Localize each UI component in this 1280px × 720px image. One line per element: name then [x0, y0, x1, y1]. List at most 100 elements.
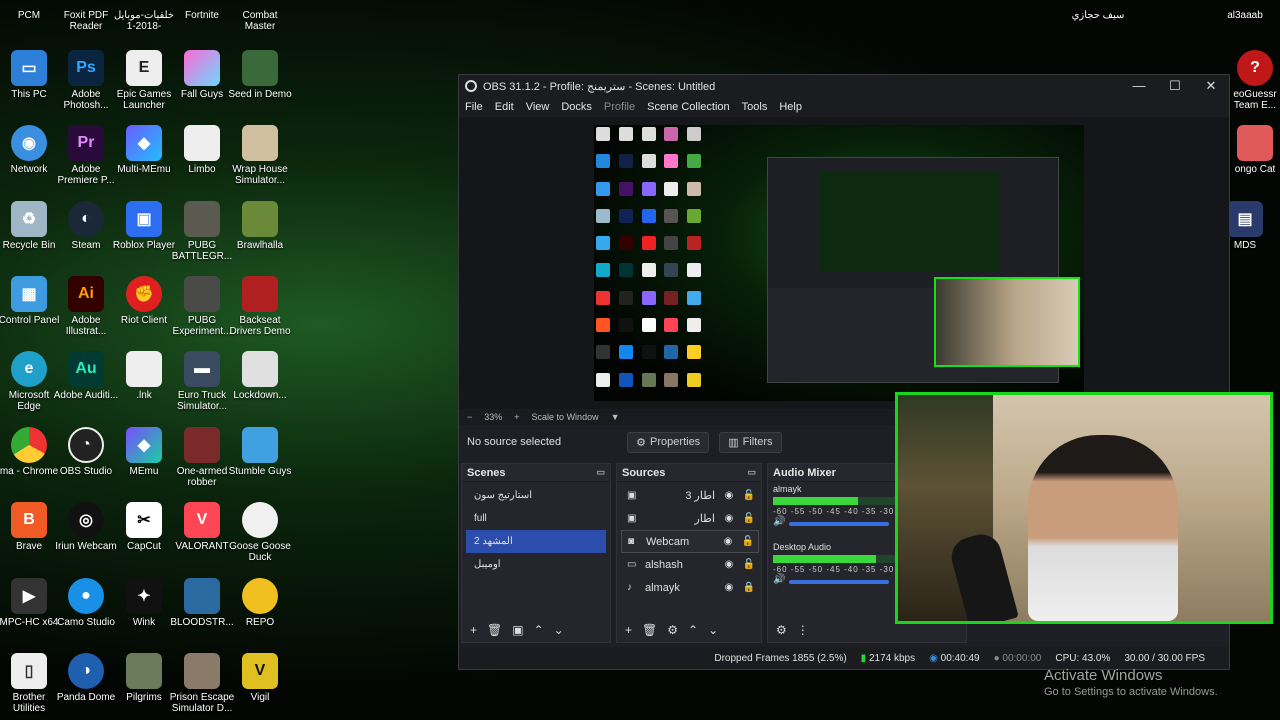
filters-button[interactable]: ▥ Filters — [719, 431, 782, 453]
undock-icon[interactable]: ▭ — [747, 467, 756, 478]
menu-file[interactable]: File — [465, 101, 483, 113]
speaker-icon[interactable]: 🔊 — [773, 516, 785, 527]
desktop-icon-wrap-house[interactable]: Wrap House Simulator... — [227, 121, 293, 196]
desktop-icon-obs[interactable]: ◔ OBS Studio — [53, 423, 119, 498]
record-icon: ● — [993, 652, 1000, 664]
desktop-icon-camo[interactable]: ● Camo Studio — [53, 574, 119, 649]
trash-icon[interactable]: 🗑 — [487, 623, 502, 637]
scale-mode-dropdown-icon[interactable]: ▼ — [611, 412, 620, 422]
speaker-icon[interactable]: 🔊 — [773, 574, 785, 585]
move-down-icon[interactable]: ⌄ — [708, 623, 718, 637]
desktop-icon-vigil[interactable]: V Vigil — [227, 649, 293, 720]
gear-icon[interactable]: ⚙ — [667, 623, 678, 637]
desktop-icon-pubg-experiment[interactable]: PUBG Experiment... — [169, 272, 235, 347]
lock-icon[interactable]: 🔓 — [738, 536, 758, 547]
source-item[interactable]: ▣ اطار 3 ◉ 🔓 — [621, 484, 759, 507]
desktop-icon-premiere[interactable]: Pr Adobe Premiere P... — [53, 121, 119, 196]
eye-icon[interactable]: ◉ — [718, 536, 738, 547]
desktop-icon-roblox[interactable]: ▣ Roblox Player — [111, 197, 177, 272]
desktop-icon-wink[interactable]: ✦ Wink — [111, 574, 177, 649]
desktop-icon-photoshop[interactable]: Ps Adobe Photosh... — [53, 46, 119, 121]
desktop-icon-fall-guys[interactable]: Fall Guys — [169, 46, 235, 121]
desktop-icon-bongo-cat[interactable]: ongo Cat — [1222, 121, 1280, 196]
eye-icon[interactable]: ◉ — [719, 582, 739, 593]
desktop-icon-backseat-drivers[interactable]: Backseat Drivers Demo — [227, 272, 293, 347]
minimize-icon[interactable]: — — [1121, 78, 1157, 94]
desktop-icon-goose-goose-duck[interactable]: Goose Goose Duck — [227, 498, 293, 573]
desktop-icon-riot[interactable]: ✊ Riot Client — [111, 272, 177, 347]
zoom-out-button[interactable]: − — [467, 412, 472, 422]
edge-icon: e — [11, 351, 47, 387]
properties-button[interactable]: ⚙ Properties — [627, 431, 710, 453]
gear-icon[interactable]: ⚙ — [776, 623, 787, 637]
desktop-icon-prison-escape[interactable]: Prison Escape Simulator D... — [169, 649, 235, 720]
desktop-icon-pubg[interactable]: PUBG BATTLEGR... — [169, 197, 235, 272]
desktop-icon-panda[interactable]: ◑ Panda Dome — [53, 649, 119, 720]
menu-view[interactable]: View — [526, 101, 550, 113]
desktop-icon-memu[interactable]: ◆ MEmu — [111, 423, 177, 498]
add-source-icon[interactable]: + — [625, 623, 632, 637]
desktop-icon-one-armed-robber[interactable]: One-armed robber — [169, 423, 235, 498]
move-up-icon[interactable]: ⌃ — [534, 623, 544, 637]
source-item-webcam[interactable]: ◙ Webcam ◉ 🔓 — [621, 530, 759, 553]
eye-icon[interactable]: ◉ — [719, 559, 739, 570]
source-item[interactable]: ▣ اطار ◉ 🔓 — [621, 507, 759, 530]
desktop-icon-illustrator[interactable]: Ai Adobe Illustrat... — [53, 272, 119, 347]
scene-item[interactable]: full — [466, 507, 606, 530]
lock-icon[interactable]: 🔓 — [739, 513, 759, 524]
desktop-icon-capcut[interactable]: ✂ CapCut — [111, 498, 177, 573]
trash-icon[interactable]: 🗑 — [642, 623, 657, 637]
lock-icon[interactable]: 🔒 — [739, 582, 759, 593]
desktop-icon-geoguessr[interactable]: ? eoGuessr Team E... — [1222, 46, 1280, 121]
desktop-icon-audition[interactable]: Au Adobe Auditi... — [53, 347, 119, 422]
volume-slider[interactable] — [789, 580, 890, 584]
desktop-icon-lockdown[interactable]: Lockdown... — [227, 347, 293, 422]
menu-docks[interactable]: Docks — [561, 101, 592, 113]
move-up-icon[interactable]: ⌃ — [688, 623, 698, 637]
eye-icon[interactable]: ◉ — [719, 513, 739, 524]
desktop-icon-bloodstrike[interactable]: BLOODSTR... — [169, 574, 235, 649]
move-down-icon[interactable]: ⌄ — [554, 623, 564, 637]
source-item[interactable]: ▭ alshash ◉ 🔓 — [621, 553, 759, 576]
desktop-icon-euro-truck[interactable]: ▬ Euro Truck Simulator... — [169, 347, 235, 422]
record-time: 00:00:00 — [1002, 652, 1042, 664]
scene-filters-icon[interactable]: ▣ — [512, 623, 523, 637]
desktop-icon-pilgrims[interactable]: Pilgrims — [111, 649, 177, 720]
menu-help[interactable]: Help — [779, 101, 802, 113]
robber-icon — [184, 427, 220, 463]
scene-item[interactable]: استارتيج سون — [466, 484, 606, 507]
desktop-icon-epic[interactable]: E Epic Games Launcher — [111, 46, 177, 121]
scene-item-selected[interactable]: المشهد 2 — [466, 530, 606, 553]
menu-tools[interactable]: Tools — [742, 101, 768, 113]
undock-icon[interactable]: ▭ — [596, 467, 605, 478]
menu-scene-collection[interactable]: Scene Collection — [647, 101, 730, 113]
desktop-icon-iriun[interactable]: ◎ Iriun Webcam — [53, 498, 119, 573]
desktop-icon-limbo[interactable]: Limbo — [169, 121, 235, 196]
desktop-icon-repo[interactable]: REPO — [227, 574, 293, 649]
preview-area[interactable] — [459, 117, 1229, 409]
desktop-icon-seed-in[interactable]: Seed in Demo — [227, 46, 293, 121]
desktop-icon-steam[interactable]: ◐ Steam — [53, 197, 119, 272]
desktop-icon-multi-memu[interactable]: ◆ Multi-MEmu — [111, 121, 177, 196]
eye-icon[interactable]: ◉ — [719, 490, 739, 501]
desktop-icon-stumble-guys[interactable]: Stumble Guys — [227, 423, 293, 498]
menu-edit[interactable]: Edit — [495, 101, 514, 113]
desktop-icon-brawlhalla[interactable]: Brawlhalla — [227, 197, 293, 272]
desktop-icon-user-folder[interactable]: سيف حجازي — [1065, 0, 1131, 75]
menu-dots-icon[interactable]: ⋮ — [797, 623, 809, 637]
maximize-icon[interactable]: ☐ — [1157, 78, 1193, 94]
add-scene-icon[interactable]: + — [470, 623, 477, 637]
title-bar[interactable]: OBS 31.1.2 - Profile: ستريمنج - Scenes: … — [459, 75, 1229, 97]
volume-slider[interactable] — [789, 522, 890, 526]
close-icon[interactable]: ✕ — [1193, 78, 1229, 94]
scenes-dock: Scenes ▭ استارتيج سون full المشهد 2 اوميب… — [461, 463, 611, 643]
desktop-icon-lnk[interactable]: .lnk — [111, 347, 177, 422]
lock-icon[interactable]: 🔓 — [739, 490, 759, 501]
lock-icon[interactable]: 🔓 — [739, 559, 759, 570]
webcam-person — [1028, 435, 1178, 621]
menu-profile[interactable]: Profile — [604, 101, 635, 113]
zoom-in-button[interactable]: + — [514, 412, 519, 422]
source-item[interactable]: ♪ almayk ◉ 🔒 — [621, 576, 759, 599]
desktop-icon-valorant[interactable]: V VALORANT — [169, 498, 235, 573]
scene-item[interactable]: اوميبل — [466, 553, 606, 576]
